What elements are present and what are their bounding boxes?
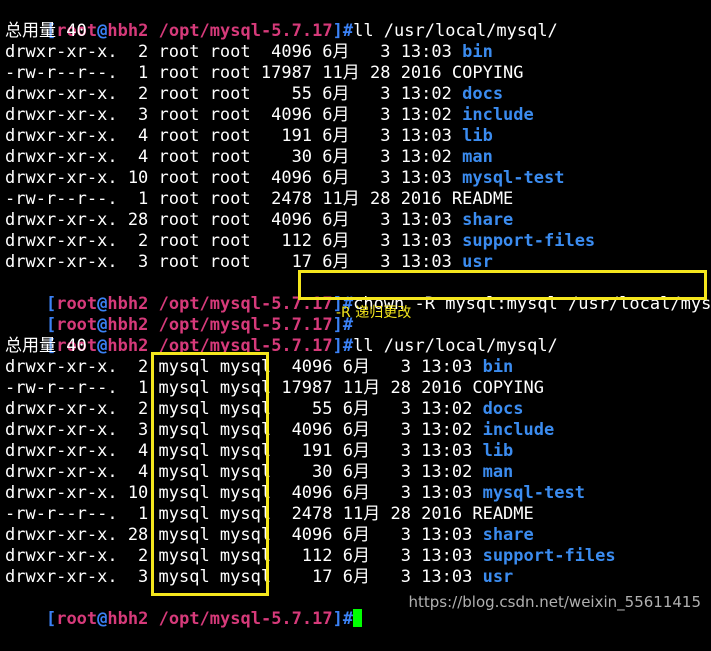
directory-name: mysql-test (482, 483, 585, 503)
prompt-user: root (56, 609, 98, 629)
command-line: [root@hbh2 /opt/mysql-5.7.17]#ll /usr/lo… (5, 0, 711, 41)
file-meta: drwxr-xr-x. 2 root root 55 6月 3 13:02 (5, 84, 463, 104)
list-item: drwxr-xr-x. 2 mysql mysql 55 6月 3 13:02 … (5, 399, 711, 420)
file-name: README (451, 189, 514, 209)
file-name: COPYING (472, 378, 544, 398)
directory-name: share (462, 210, 514, 230)
prompt-at: @ (97, 21, 108, 41)
list-item: drwxr-xr-x. 2 root root 112 6月 3 13:03 s… (5, 231, 711, 252)
file-meta: -rw-r--r--. 1 root root 17987 11月 28 201… (5, 63, 452, 83)
directory-name: usr (482, 567, 514, 587)
list-item: drwxr-xr-x. 28 root root 4096 6月 3 13:03… (5, 210, 711, 231)
prompt-bracket: [ (45, 294, 57, 314)
directory-name: bin (462, 42, 493, 62)
directory-name: bin (482, 357, 514, 377)
file-meta: drwxr-xr-x. 10 root root 4096 6月 3 13:03 (5, 168, 463, 188)
list-item: -rw-r--r--. 1 mysql mysql 17987 11月 28 2… (5, 378, 711, 399)
directory-name: man (462, 147, 493, 167)
list-item: drwxr-xr-x. 10 mysql mysql 4096 6月 3 13:… (5, 483, 711, 504)
prompt-bracket: [ (45, 315, 57, 335)
watermark: https://blog.csdn.net/weixin_55611415 (408, 593, 701, 611)
file-meta: -rw-r--r--. 1 root root 2478 11月 28 2016 (5, 189, 452, 209)
list-item: -rw-r--r--. 1 root root 17987 11月 28 201… (5, 63, 711, 84)
prompt-close: ]# (332, 21, 354, 41)
file-meta: drwxr-xr-x. 4 root root 30 6月 3 13:02 (5, 147, 463, 167)
prompt-user: root (56, 294, 98, 314)
prompt-at: @ (97, 336, 108, 356)
directory-listing-before: drwxr-xr-x. 2 root root 4096 6月 3 13:03 … (5, 42, 711, 273)
list-item: drwxr-xr-x. 2 root root 4096 6月 3 13:03 … (5, 42, 711, 63)
prompt-host: hbh2 (107, 336, 149, 356)
text-cursor (353, 609, 363, 627)
file-meta: drwxr-xr-x. 3 root root 17 6月 3 13:03 (5, 252, 463, 272)
directory-name: mysql-test (462, 168, 565, 188)
prompt-at: @ (97, 609, 108, 629)
prompt-host: hbh2 (107, 294, 149, 314)
file-meta: drwxr-xr-x. 4 root root 191 6月 3 13:03 (5, 126, 463, 146)
prompt-host: hbh2 (107, 315, 149, 335)
annotation-text: -R 递归更改 (336, 305, 412, 321)
list-item: drwxr-xr-x. 28 mysql mysql 4096 6月 3 13:… (5, 525, 711, 546)
directory-name: docs (462, 84, 504, 104)
command-highlight-box (298, 270, 707, 300)
file-meta: drwxr-xr-x. 28 root root 4096 6月 3 13:03 (5, 210, 463, 230)
prompt-bracket: [ (45, 609, 57, 629)
list-item: drwxr-xr-x. 10 root root 4096 6月 3 13:03… (5, 168, 711, 189)
directory-name: usr (462, 252, 493, 272)
file-name: COPYING (451, 63, 524, 83)
directory-name: man (482, 462, 514, 482)
prompt-close: ]# (332, 609, 354, 629)
list-item: drwxr-xr-x. 3 root root 4096 6月 3 13:02 … (5, 105, 711, 126)
file-meta: drwxr-xr-x. 2 root root 112 6月 3 13:03 (5, 231, 463, 251)
list-item: drwxr-xr-x. 4 root root 191 6月 3 13:03 l… (5, 126, 711, 147)
file-meta: drwxr-xr-x. 2 root root 4096 6月 3 13:03 (5, 42, 463, 62)
directory-name: docs (482, 399, 524, 419)
directory-name: lib (482, 441, 514, 461)
list-item: -rw-r--r--. 1 mysql mysql 2478 11月 28 20… (5, 504, 711, 525)
directory-name: share (482, 525, 534, 545)
prompt-at: @ (97, 294, 108, 314)
file-name: README (472, 504, 534, 524)
prompt-path: /opt/mysql-5.7.17 (158, 609, 333, 629)
list-item: drwxr-xr-x. 4 mysql mysql 191 6月 3 13:03… (5, 441, 711, 462)
prompt-user: root (56, 315, 98, 335)
command-text: ll /usr/local/mysql/ (353, 21, 558, 41)
prompt-host: hbh2 (107, 609, 149, 629)
command-text: ll /usr/local/mysql/ (353, 336, 558, 356)
prompt-at: @ (97, 315, 108, 335)
list-item: drwxr-xr-x. 4 root root 30 6月 3 13:02 ma… (5, 147, 711, 168)
list-item: drwxr-xr-x. 4 mysql mysql 30 6月 3 13:02 … (5, 462, 711, 483)
prompt-close: ]# (332, 336, 354, 356)
directory-name: support-files (482, 546, 616, 566)
prompt-path: /opt/mysql-5.7.17 (158, 21, 333, 41)
prompt-host: hbh2 (107, 21, 149, 41)
directory-name: support-files (462, 231, 596, 251)
list-item: drwxr-xr-x. 3 mysql mysql 17 6月 3 13:03 … (5, 567, 711, 588)
list-item: drwxr-xr-x. 3 mysql mysql 4096 6月 3 13:0… (5, 420, 711, 441)
directory-name: lib (462, 126, 493, 146)
directory-name: include (482, 420, 555, 440)
list-item: drwxr-xr-x. 2 root root 55 6月 3 13:02 do… (5, 84, 711, 105)
owner-highlight-box (151, 352, 269, 596)
list-item: -rw-r--r--. 1 root root 2478 11月 28 2016… (5, 189, 711, 210)
file-meta: drwxr-xr-x. 3 root root 4096 6月 3 13:02 (5, 105, 463, 125)
directory-name: include (462, 105, 534, 125)
list-item: drwxr-xr-x. 2 mysql mysql 112 6月 3 13:03… (5, 546, 711, 567)
list-item: drwxr-xr-x. 2 mysql mysql 4096 6月 3 13:0… (5, 357, 711, 378)
directory-listing-after: drwxr-xr-x. 2 mysql mysql 4096 6月 3 13:0… (5, 357, 711, 588)
prompt-path: /opt/mysql-5.7.17 (158, 315, 333, 335)
